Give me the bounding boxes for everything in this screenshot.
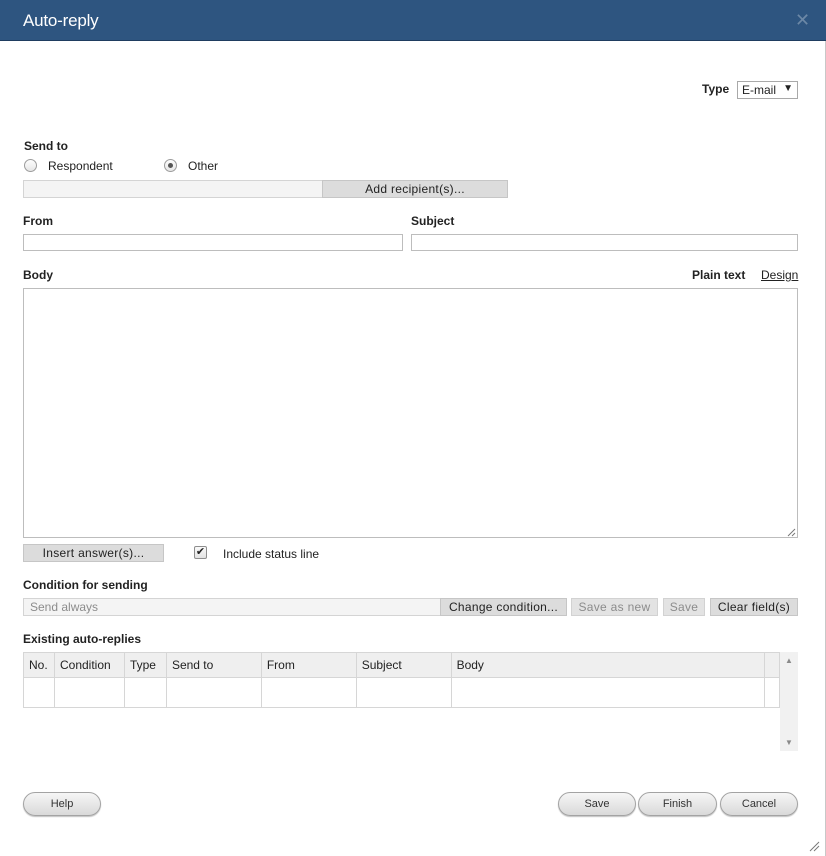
close-icon[interactable]: ✕ bbox=[795, 11, 810, 29]
chevron-down-icon: ▼ bbox=[783, 83, 793, 94]
title-bar[interactable]: Auto-reply ✕ bbox=[0, 0, 826, 41]
resize-grip-icon[interactable] bbox=[808, 840, 820, 852]
cancel-button[interactable]: Cancel bbox=[720, 792, 798, 816]
existing-label: Existing auto-replies bbox=[23, 632, 142, 646]
type-label: Type bbox=[702, 82, 730, 96]
from-field[interactable] bbox=[23, 234, 403, 251]
column-header-send-to[interactable]: Send to bbox=[165, 652, 262, 678]
help-button[interactable]: Help bbox=[23, 792, 101, 816]
table-cell bbox=[260, 677, 357, 708]
checkmark-icon: ✔ bbox=[195, 546, 206, 558]
subject-label: Subject bbox=[411, 214, 455, 228]
column-header-type[interactable]: Type bbox=[123, 652, 167, 678]
column-header-from[interactable]: From bbox=[260, 652, 357, 678]
include-status-line-checkbox[interactable]: ✔ bbox=[194, 546, 207, 559]
clear-fields-button[interactable]: Clear field(s) bbox=[710, 598, 798, 616]
radio-respondent-label: Respondent bbox=[48, 159, 113, 173]
existing-replies-table: No. Condition Type Send to From Subject … bbox=[23, 652, 781, 708]
radio-selected-dot bbox=[168, 163, 173, 168]
column-header-spacer bbox=[763, 652, 781, 678]
column-header-body[interactable]: Body bbox=[450, 652, 765, 678]
table-scrollbar[interactable]: ▲ ▼ bbox=[780, 652, 798, 751]
scroll-up-icon[interactable]: ▲ bbox=[785, 656, 793, 665]
column-header-no[interactable]: No. bbox=[23, 652, 55, 678]
condition-label: Condition for sending bbox=[23, 578, 148, 592]
resize-grip-icon[interactable] bbox=[786, 527, 796, 537]
column-header-condition[interactable]: Condition bbox=[53, 652, 125, 678]
table-row[interactable] bbox=[23, 677, 781, 708]
type-select[interactable]: E-mail ▼ bbox=[737, 81, 798, 99]
table-cell bbox=[763, 677, 781, 708]
from-label: From bbox=[23, 214, 53, 228]
plain-text-mode[interactable]: Plain text bbox=[692, 268, 745, 282]
change-condition-button[interactable]: Change condition... bbox=[440, 598, 567, 616]
body-textarea[interactable] bbox=[23, 288, 798, 538]
add-recipients-button[interactable]: Add recipient(s)... bbox=[322, 180, 508, 198]
table-cell bbox=[23, 677, 55, 708]
body-label: Body bbox=[23, 268, 53, 282]
table-header-row: No. Condition Type Send to From Subject … bbox=[23, 652, 781, 678]
table-cell bbox=[53, 677, 125, 708]
table-cell bbox=[165, 677, 262, 708]
radio-other[interactable] bbox=[164, 159, 177, 172]
auto-reply-dialog: Auto-reply ✕ Type E-mail ▼ Send to Respo… bbox=[0, 0, 826, 856]
send-to-label: Send to bbox=[24, 139, 68, 153]
save-button[interactable]: Save bbox=[558, 792, 636, 816]
condition-save-button[interactable]: Save bbox=[663, 598, 705, 616]
recipients-field[interactable] bbox=[23, 180, 323, 198]
include-status-line-label: Include status line bbox=[223, 547, 320, 561]
insert-answers-button[interactable]: Insert answer(s)... bbox=[23, 544, 164, 562]
dialog-title: Auto-reply bbox=[23, 11, 99, 30]
radio-respondent[interactable] bbox=[24, 159, 37, 172]
type-select-value: E-mail bbox=[742, 83, 777, 97]
design-mode-link[interactable]: Design bbox=[761, 268, 798, 282]
save-as-new-button[interactable]: Save as new bbox=[571, 598, 658, 616]
subject-field[interactable] bbox=[411, 234, 798, 251]
table-cell bbox=[450, 677, 765, 708]
table-cell bbox=[355, 677, 452, 708]
finish-button[interactable]: Finish bbox=[638, 792, 717, 816]
scroll-down-icon[interactable]: ▼ bbox=[785, 738, 793, 747]
condition-field[interactable]: Send always bbox=[23, 598, 441, 616]
table-cell bbox=[123, 677, 167, 708]
column-header-subject[interactable]: Subject bbox=[355, 652, 452, 678]
radio-other-label: Other bbox=[188, 159, 219, 173]
